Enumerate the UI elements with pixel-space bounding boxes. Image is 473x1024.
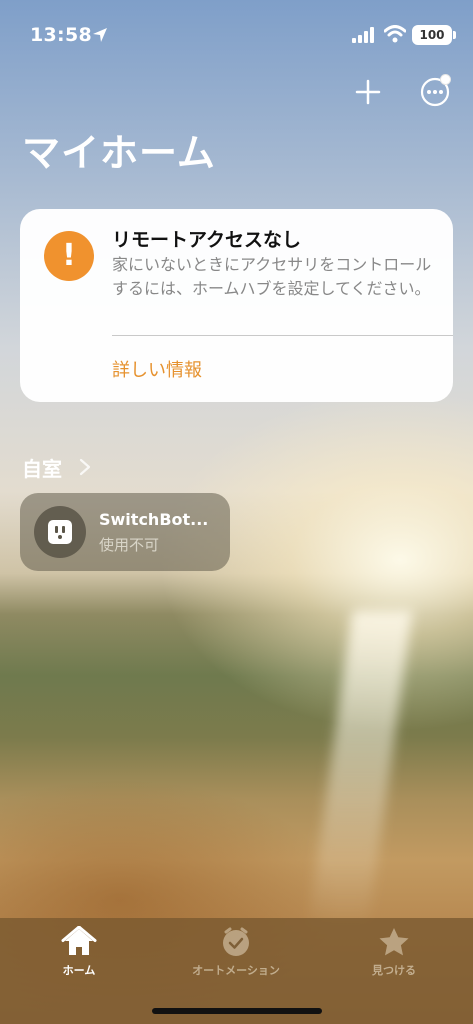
alert-title: リモートアクセスなし bbox=[112, 229, 302, 251]
accessory-name: SwitchBot... bbox=[99, 510, 209, 529]
home-indicator[interactable] bbox=[152, 1008, 322, 1014]
notification-dot bbox=[440, 74, 451, 85]
accessory-status: 使用不可 bbox=[99, 536, 160, 554]
room-section-title[interactable]: 自室 bbox=[22, 453, 62, 482]
accessory-icon-circle bbox=[34, 506, 86, 558]
power-outlet-icon bbox=[48, 520, 72, 544]
status-bar: 13:58 100 bbox=[0, 0, 473, 60]
tab-automation[interactable]: オートメーション bbox=[176, 926, 296, 996]
chevron-right-icon[interactable] bbox=[78, 457, 92, 477]
tab-home-label: ホーム bbox=[62, 964, 96, 977]
tab-automation-label: オートメーション bbox=[192, 964, 280, 977]
divider bbox=[112, 335, 453, 336]
learn-more-link[interactable]: 詳しい情報 bbox=[112, 356, 202, 382]
tab-home[interactable]: ホーム bbox=[19, 926, 139, 996]
alert-body: 家にいないときにアクセサリをコントロールするには、ホームハブを設定してください。 bbox=[112, 255, 432, 298]
battery-level: 100 bbox=[419, 28, 445, 42]
tab-discover-label: 見つける bbox=[372, 964, 416, 977]
clock-check-icon bbox=[223, 927, 249, 956]
battery-indicator: 100 bbox=[412, 25, 452, 45]
status-time: 13:58 bbox=[30, 24, 92, 46]
location-arrow-icon bbox=[93, 28, 107, 42]
add-button[interactable] bbox=[352, 76, 384, 108]
wifi-icon bbox=[384, 25, 406, 43]
tab-discover[interactable]: 見つける bbox=[334, 926, 454, 996]
house-icon bbox=[61, 926, 97, 955]
warning-icon: ! bbox=[44, 231, 94, 281]
star-icon bbox=[379, 928, 409, 956]
accessory-tile[interactable]: SwitchBot... 使用不可 bbox=[20, 493, 230, 571]
cellular-signal-icon bbox=[352, 27, 374, 43]
page-title: マイホーム bbox=[22, 131, 216, 175]
remote-access-alert-card[interactable]: ! リモートアクセスなし 家にいないときにアクセサリをコントロールするには、ホー… bbox=[20, 209, 453, 402]
battery-tip bbox=[453, 31, 456, 39]
